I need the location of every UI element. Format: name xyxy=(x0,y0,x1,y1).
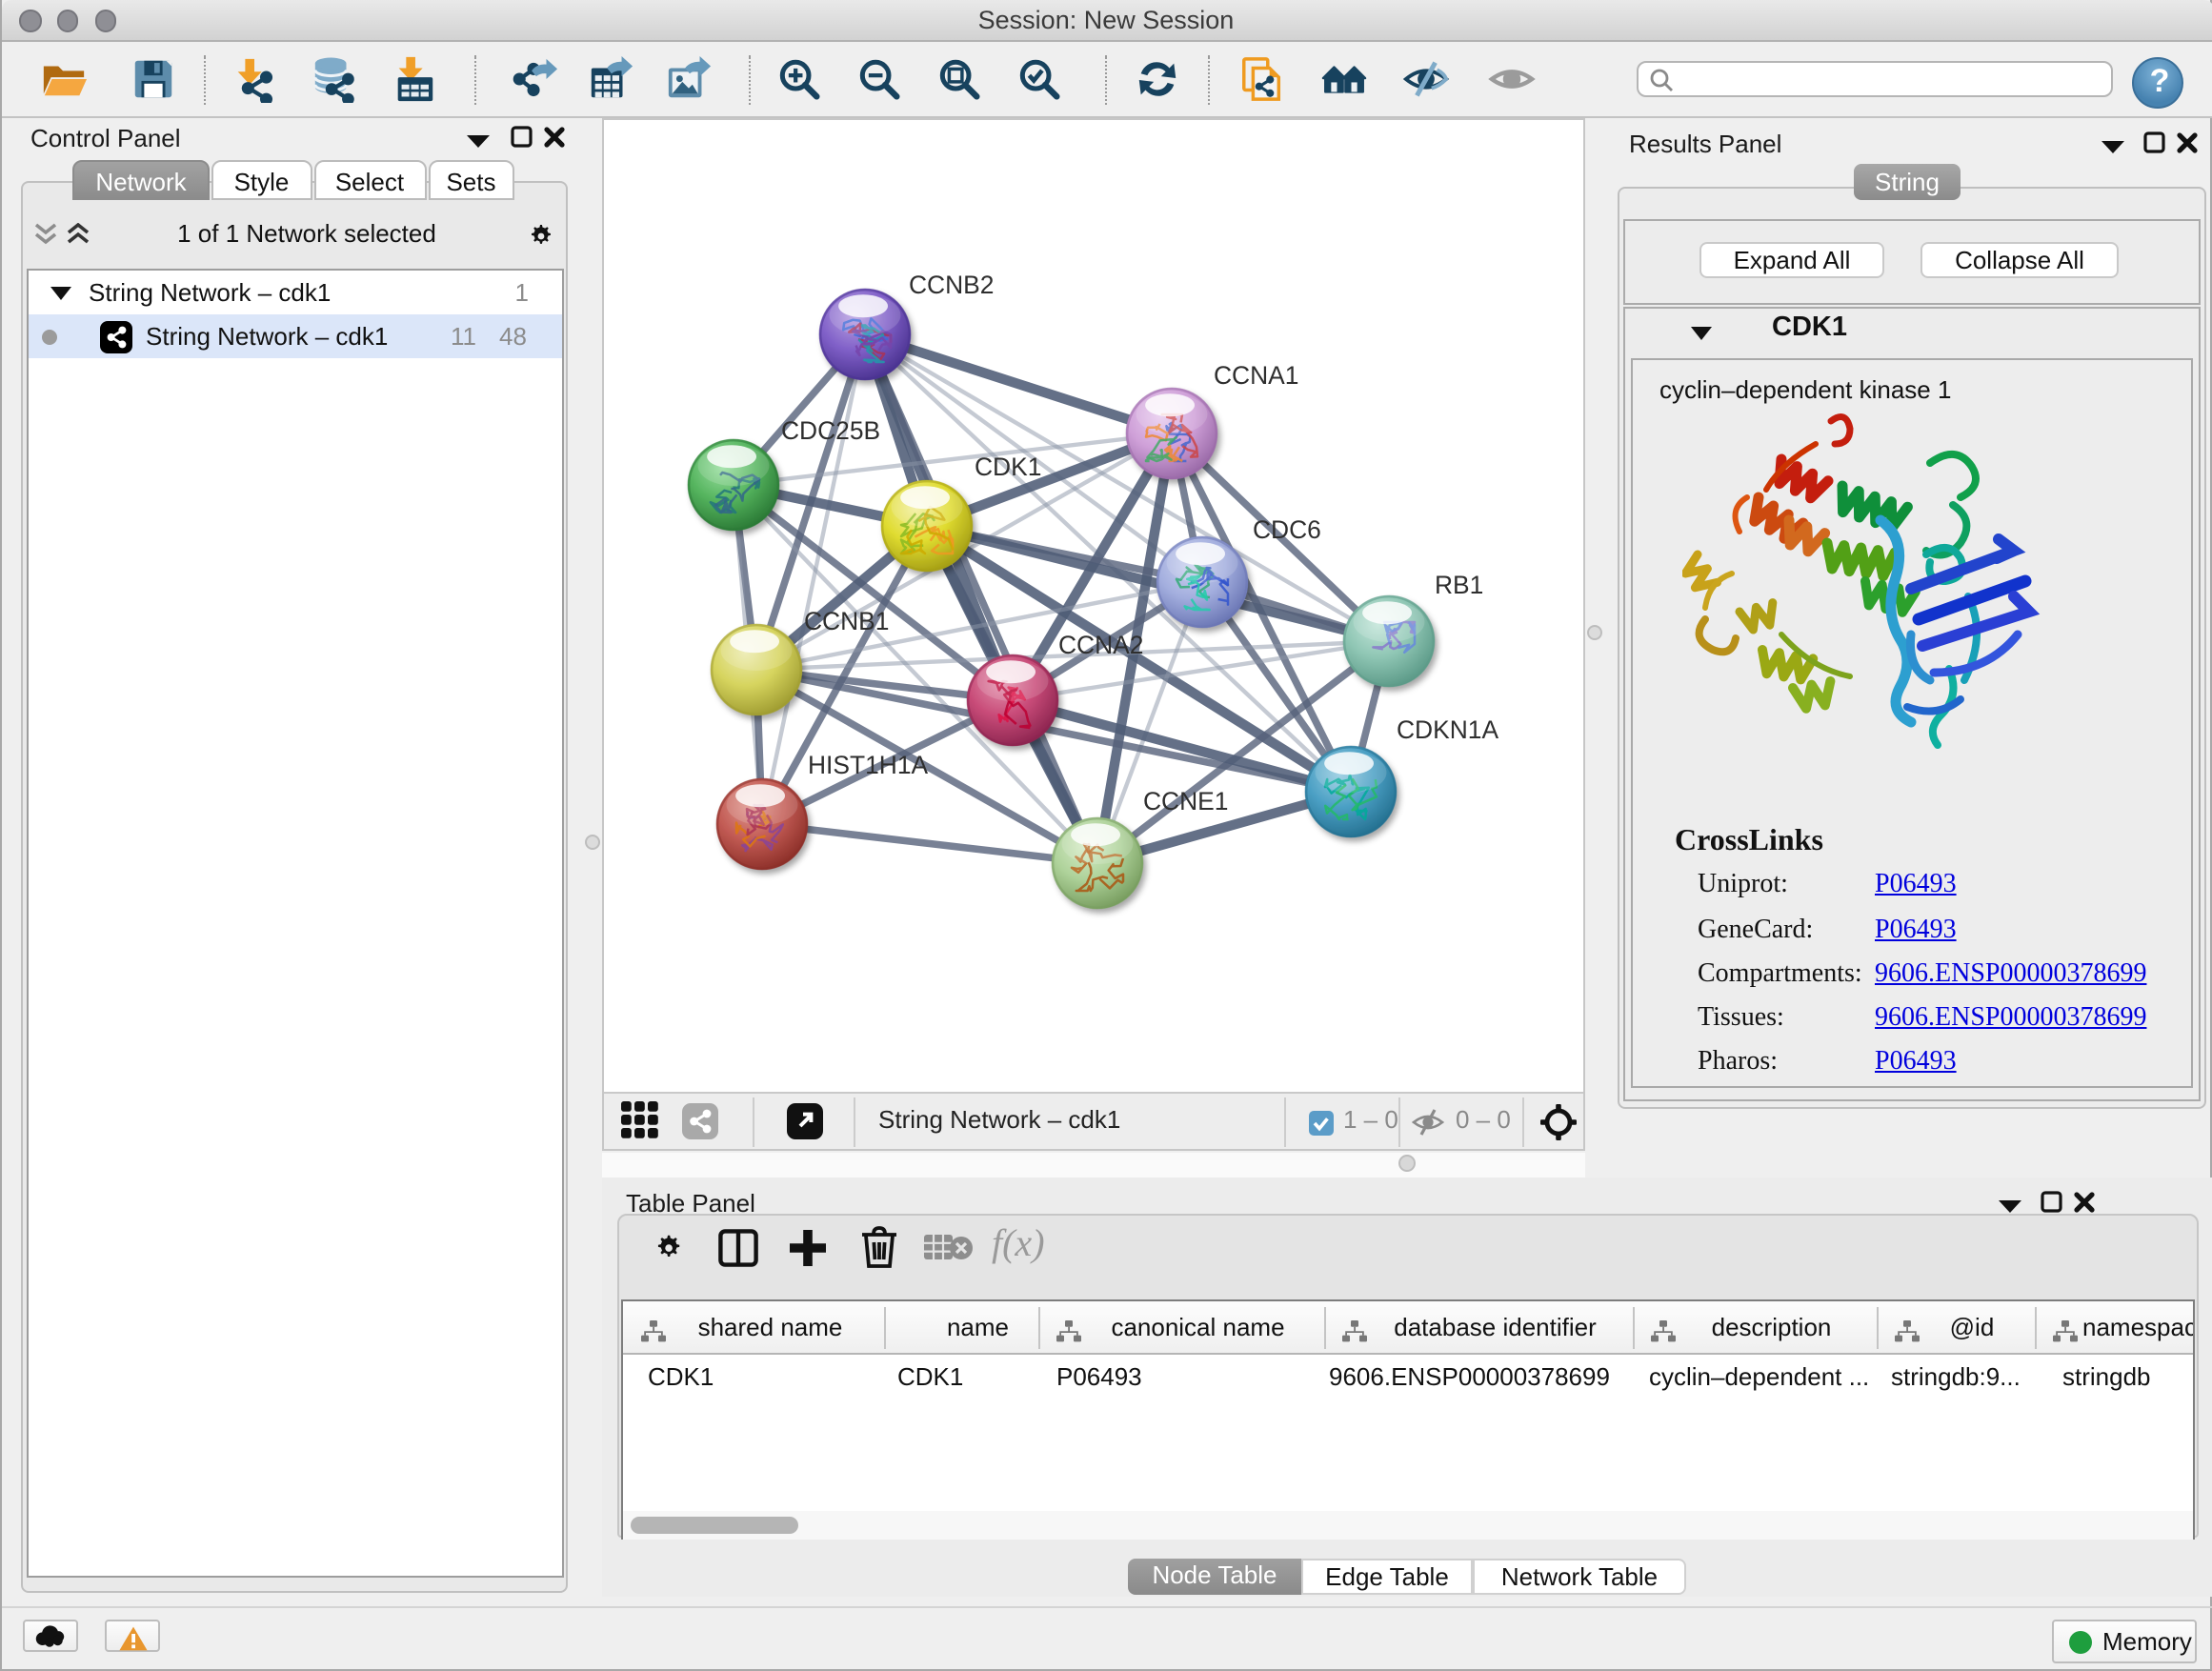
svg-text:CDKN1A: CDKN1A xyxy=(1397,715,1498,744)
svg-text:CDC25B: CDC25B xyxy=(781,416,880,445)
svg-text:CCNA2: CCNA2 xyxy=(1058,631,1143,659)
svg-text:CDK1: CDK1 xyxy=(975,453,1041,481)
svg-text:CCNB1: CCNB1 xyxy=(804,607,889,635)
svg-text:CCNE1: CCNE1 xyxy=(1143,787,1228,815)
svg-text:RB1: RB1 xyxy=(1435,571,1483,599)
svg-text:HIST1H1A: HIST1H1A xyxy=(808,751,929,779)
svg-text:CCNB2: CCNB2 xyxy=(909,271,994,299)
svg-text:CDC6: CDC6 xyxy=(1253,515,1321,544)
svg-text:CCNA1: CCNA1 xyxy=(1214,361,1298,390)
